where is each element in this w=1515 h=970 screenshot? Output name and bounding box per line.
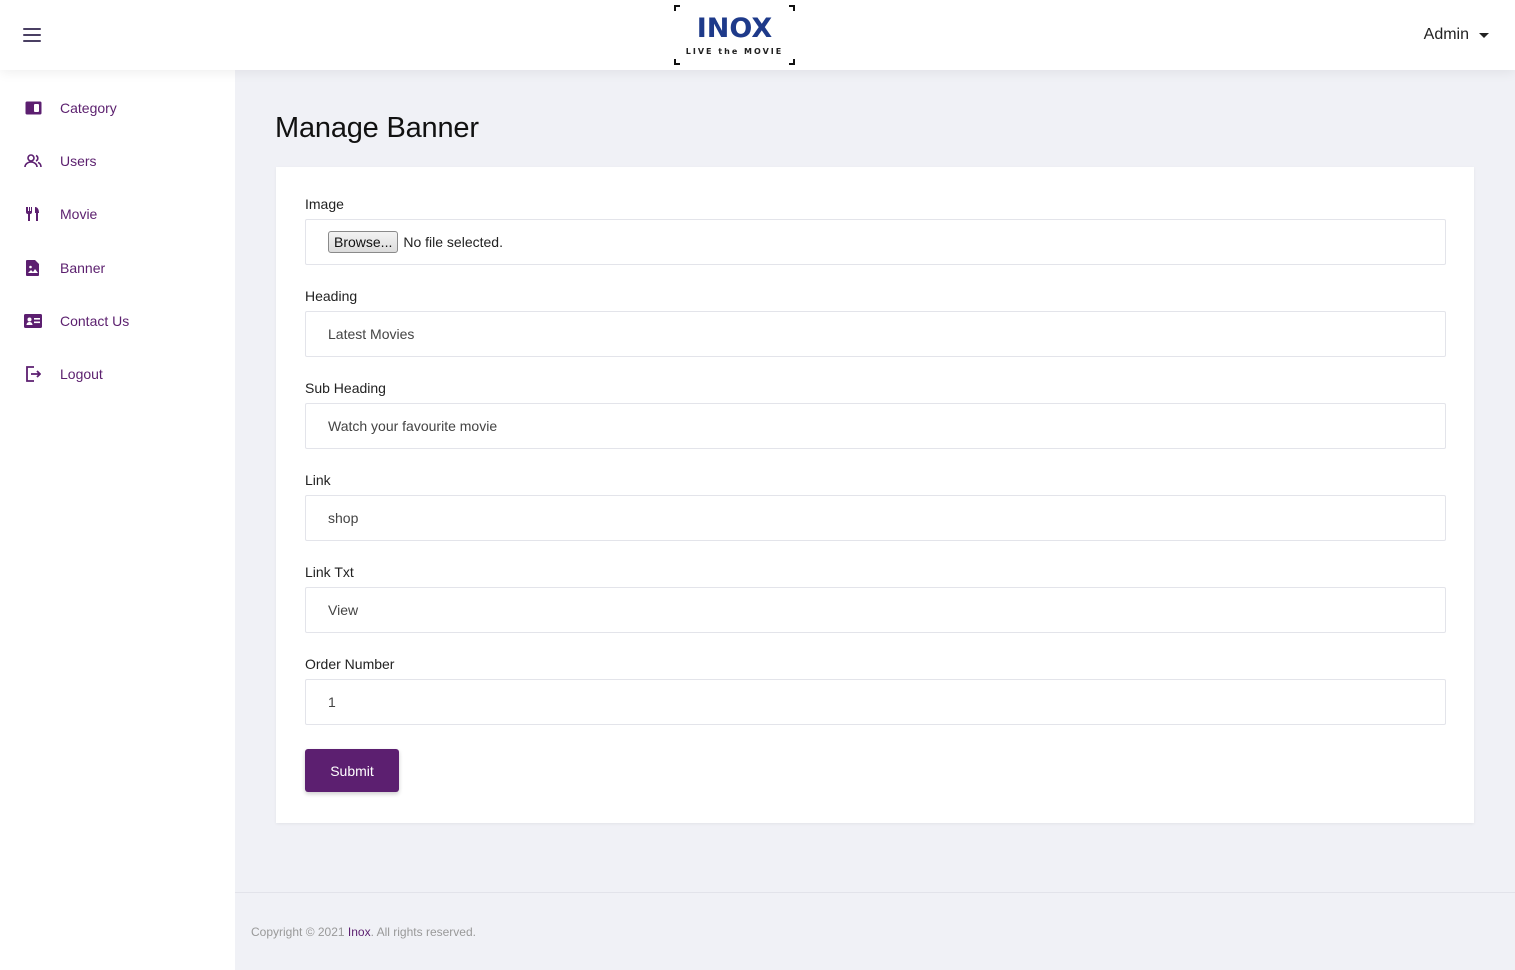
sidebar-item-label: Banner <box>60 260 106 276</box>
banner-form-card: Image Browse... No file selected. Headin… <box>276 167 1474 823</box>
category-card-icon <box>24 99 42 117</box>
sidebar: Category Users Movie Banner Contact Us L… <box>0 70 235 970</box>
submit-button[interactable]: Submit <box>305 749 399 792</box>
image-file-input[interactable]: Browse... No file selected. <box>305 219 1446 265</box>
sidebar-item-label: Contact Us <box>60 313 130 329</box>
copyright-suffix: . All rights reserved. <box>370 925 476 939</box>
link-txt-label: Link Txt <box>305 564 354 580</box>
logo-brand: INOX <box>696 13 773 44</box>
page-title: Manage Banner <box>275 112 479 144</box>
sidebar-item-movie[interactable]: Movie <box>0 194 235 234</box>
admin-user-menu[interactable]: Admin <box>1424 26 1489 44</box>
image-file-icon <box>24 259 42 277</box>
link-input[interactable]: shop <box>305 495 1446 541</box>
subheading-input[interactable]: Watch your favourite movie <box>305 403 1446 449</box>
sidebar-item-label: Movie <box>60 206 98 222</box>
footer-copyright: Copyright © 2021 Inox. All rights reserv… <box>251 925 476 939</box>
copyright-prefix: Copyright © 2021 <box>251 925 348 939</box>
footer-divider <box>235 892 1515 893</box>
caret-down-icon <box>1479 32 1489 38</box>
top-header: INOX LIVE the MOVIE Admin <box>0 0 1515 70</box>
heading-label: Heading <box>305 288 358 304</box>
sidebar-item-logout[interactable]: Logout <box>0 354 235 394</box>
subheading-label: Sub Heading <box>305 380 386 396</box>
image-label: Image <box>305 196 344 212</box>
logout-icon <box>24 365 42 383</box>
sidebar-item-category[interactable]: Category <box>0 88 235 128</box>
order-number-label: Order Number <box>305 656 395 672</box>
menu-toggle-icon[interactable] <box>23 28 41 42</box>
file-status-text: No file selected. <box>403 234 503 250</box>
sidebar-item-banner[interactable]: Banner <box>0 248 235 288</box>
sidebar-item-users[interactable]: Users <box>0 141 235 181</box>
browse-button[interactable]: Browse... <box>328 231 399 253</box>
inox-logo[interactable]: INOX LIVE the MOVIE <box>674 5 795 65</box>
order-number-input[interactable]: 1 <box>305 679 1446 725</box>
footer-brand-link[interactable]: Inox <box>348 925 371 939</box>
sidebar-item-label: Users <box>60 153 97 169</box>
admin-label: Admin <box>1423 26 1469 43</box>
sidebar-item-label: Category <box>60 100 117 116</box>
cutlery-icon <box>24 205 42 223</box>
link-txt-input[interactable]: View <box>305 587 1446 633</box>
sidebar-item-contact-us[interactable]: Contact Us <box>0 301 235 341</box>
heading-input[interactable]: Latest Movies <box>305 311 1446 357</box>
contact-card-icon <box>24 312 42 330</box>
logo-tagline: LIVE the MOVIE <box>685 47 784 56</box>
sidebar-item-label: Logout <box>60 366 103 382</box>
link-label: Link <box>305 472 331 488</box>
users-icon <box>24 152 42 170</box>
